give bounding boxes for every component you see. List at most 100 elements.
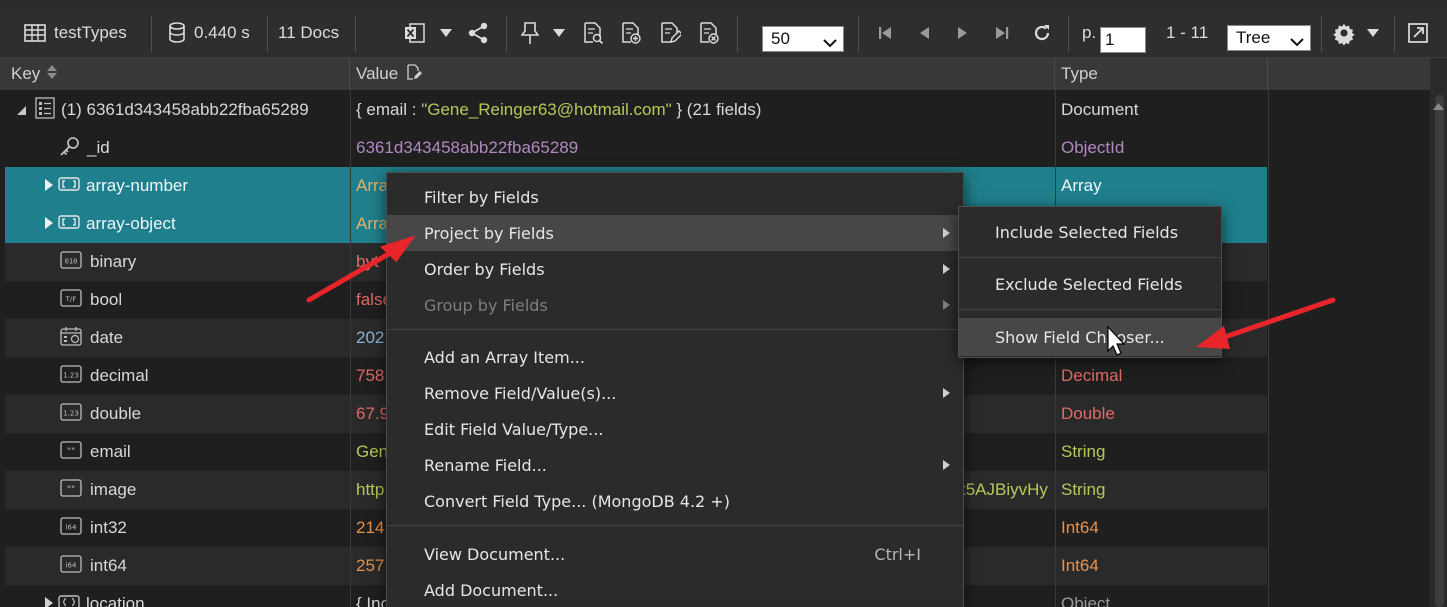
- collapsed-triangle-icon[interactable]: [45, 214, 53, 234]
- query-time: 0.440 s: [168, 8, 250, 58]
- value-suffix: } (21 fields): [671, 100, 762, 119]
- collapsed-triangle-icon[interactable]: [45, 176, 53, 196]
- filter-button[interactable]: [521, 8, 539, 58]
- row-type: Decimal: [1061, 366, 1123, 385]
- submenu-item-label: Include Selected Fields: [995, 222, 1179, 242]
- menu-item-remove-field[interactable]: Remove Field/Value(s)...: [387, 375, 963, 411]
- svg-text:i64: i64: [66, 523, 77, 531]
- row-value: { email : "Gene_Reinger63@hotmail.com" }…: [356, 91, 1056, 129]
- expand-triangle-icon[interactable]: [17, 100, 26, 120]
- column-header-value[interactable]: Value: [350, 58, 1055, 90]
- edit-document-button[interactable]: [659, 8, 681, 58]
- find-document-button[interactable]: [582, 8, 604, 58]
- menu-item-label: Rename Field...: [424, 455, 547, 475]
- sort-icon[interactable]: [46, 64, 58, 85]
- double-icon: 1.23: [60, 402, 82, 426]
- menu-item-label: Remove Field/Value(s)...: [424, 383, 617, 403]
- submenu-arrow-icon: [943, 388, 950, 398]
- document-add-icon: [620, 22, 642, 44]
- add-document-button[interactable]: [620, 8, 642, 58]
- external-window-icon: [1407, 22, 1429, 44]
- refresh-button[interactable]: [1032, 8, 1052, 58]
- menu-item-rename-field[interactable]: Rename Field...: [387, 447, 963, 483]
- gear-icon: [1332, 21, 1356, 45]
- row-type: Document: [1061, 100, 1139, 119]
- column-value-label: Value: [356, 64, 399, 83]
- page-size-select[interactable]: 50: [762, 26, 844, 52]
- excel-export-button[interactable]: [404, 8, 426, 58]
- svg-text:"": "": [67, 447, 75, 457]
- delete-document-button[interactable]: [698, 8, 720, 58]
- pin-icon: [521, 21, 539, 45]
- first-page-button[interactable]: [877, 8, 893, 58]
- submenu-item-exclude-selected-fields[interactable]: Exclude Selected Fields: [959, 265, 1221, 303]
- column-header-type[interactable]: Type: [1055, 58, 1268, 90]
- scrollbar-thumb[interactable]: [1435, 95, 1444, 607]
- previous-page-button[interactable]: [917, 8, 931, 58]
- array-icon: [58, 214, 80, 234]
- share-button[interactable]: [467, 8, 489, 58]
- edit-icon: [406, 63, 423, 85]
- menu-separator: [387, 525, 963, 526]
- page-size-value: 50: [771, 29, 790, 48]
- next-page-button[interactable]: [956, 8, 970, 58]
- menu-item-convert-field-type[interactable]: Convert Field Type... (MongoDB 4.2 +): [387, 483, 963, 519]
- string-icon: "": [60, 440, 82, 464]
- menu-separator: [387, 329, 963, 330]
- decimal-icon: 1.23: [60, 364, 82, 388]
- scroll-up-arrow[interactable]: [1433, 95, 1444, 115]
- submenu-item-include-selected-fields[interactable]: Include Selected Fields: [959, 213, 1221, 251]
- menu-item-project-by-fields[interactable]: Project by Fields: [387, 215, 963, 251]
- submenu-item-label: Exclude Selected Fields: [995, 274, 1183, 294]
- query-time-value: 0.440 s: [194, 23, 250, 42]
- page-number-input[interactable]: [1100, 27, 1146, 53]
- svg-text:T/F: T/F: [65, 295, 77, 303]
- last-page-button[interactable]: [994, 8, 1010, 58]
- collection-label[interactable]: testTypes: [24, 8, 127, 58]
- column-key-label: Key: [11, 64, 41, 83]
- tree-row-document[interactable]: (1) 6361d343458abb22fba65289 { email : "…: [5, 91, 1267, 129]
- menu-item-add-array-item[interactable]: Add an Array Item...: [387, 339, 963, 375]
- page-label: p.: [1082, 23, 1097, 42]
- maximize-button[interactable]: [1407, 8, 1429, 58]
- svg-text:010: 010: [65, 257, 78, 265]
- submenu-arrow-icon: [943, 228, 950, 238]
- menu-item-group-by-fields: Group by Fields: [387, 287, 963, 323]
- svg-text:1.23: 1.23: [63, 409, 79, 417]
- row-type: Int64: [1061, 556, 1099, 575]
- column-header-key[interactable]: Key: [0, 58, 350, 90]
- submenu-arrow-icon: [943, 460, 950, 470]
- toolbar-separator: [267, 16, 268, 52]
- menu-item-label: Convert Field Type... (MongoDB 4.2 +): [424, 491, 730, 511]
- collapsed-triangle-icon[interactable]: [45, 594, 53, 607]
- tree-row-id[interactable]: _id 6361d343458abb22fba65289 ObjectId: [5, 129, 1267, 167]
- chevron-down-icon: [1290, 32, 1304, 52]
- submenu-item-show-field-chooser[interactable]: Show Field Chooser...: [959, 318, 1221, 356]
- row-key: location: [86, 594, 145, 607]
- menu-item-view-document[interactable]: View Document... Ctrl+I: [387, 536, 963, 572]
- settings-button[interactable]: [1332, 8, 1356, 58]
- row-key: _id: [87, 138, 110, 157]
- row-key: date: [90, 328, 124, 347]
- menu-item-label: Filter by Fields: [424, 187, 539, 207]
- export-dropdown-chevron[interactable]: [440, 8, 452, 58]
- menu-item-label: Add an Array Item...: [424, 347, 585, 367]
- filter-dropdown-chevron[interactable]: [553, 8, 565, 58]
- svg-text:i64: i64: [66, 561, 77, 569]
- menu-item-label: Add Document...: [424, 580, 559, 600]
- row-type: Int64: [1061, 518, 1099, 537]
- row-key: array-object: [86, 214, 176, 233]
- view-mode-select[interactable]: Tree: [1227, 25, 1311, 51]
- menu-item-shortcut: Ctrl+I: [874, 544, 921, 564]
- menu-item-filter-by-fields[interactable]: Filter by Fields: [387, 179, 963, 215]
- menu-item-add-document[interactable]: Add Document...: [387, 572, 963, 607]
- value-head: http: [356, 480, 385, 499]
- document-edit-icon: [659, 22, 681, 44]
- menu-item-label: Project by Fields: [424, 223, 554, 243]
- menu-item-order-by-fields[interactable]: Order by Fields: [387, 251, 963, 287]
- menu-item-edit-field-value[interactable]: Edit Field Value/Type...: [387, 411, 963, 447]
- svg-text:"": "": [67, 485, 75, 495]
- settings-dropdown-chevron[interactable]: [1367, 8, 1379, 58]
- grid-header: Key Value Type: [0, 58, 1430, 90]
- menu-item-label: Group by Fields: [424, 295, 548, 315]
